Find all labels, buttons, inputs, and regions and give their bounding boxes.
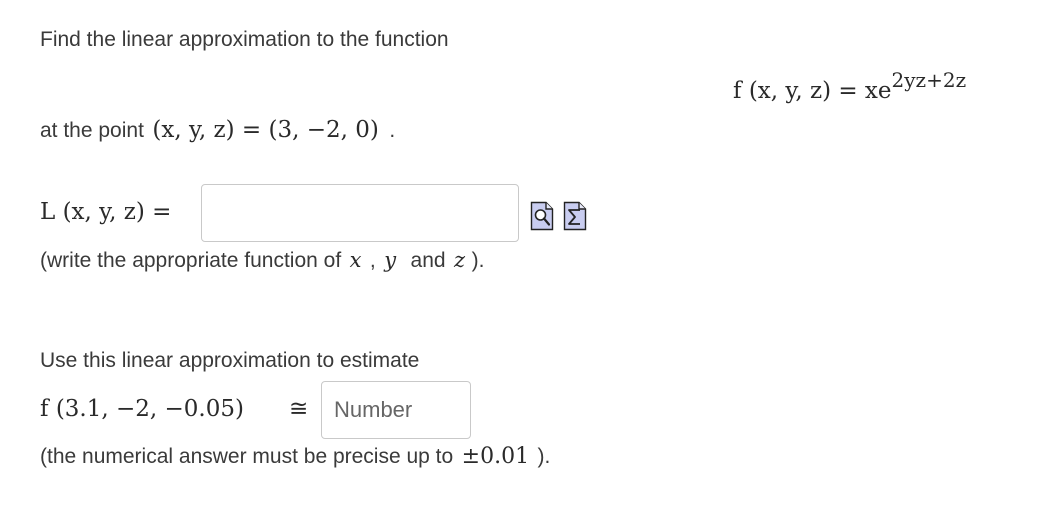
hint-sep-1: , bbox=[369, 249, 376, 272]
linear-approx-input-box bbox=[201, 184, 519, 242]
estimate-number-input[interactable] bbox=[322, 382, 470, 438]
function-formula-exponent: 2yz+2z bbox=[891, 68, 967, 92]
estimate-expression: f (3.1, −2, −0.05) bbox=[40, 396, 244, 422]
point-line: at the point (x, y, z) = (3, −2, 0) . bbox=[40, 117, 395, 143]
precision-suffix: ). bbox=[537, 445, 551, 468]
function-hint: (write the appropriate function of x , y… bbox=[40, 248, 484, 273]
equation-sigma-icon[interactable] bbox=[563, 201, 587, 231]
function-formula-lhs: f (x, y, z) = xe bbox=[733, 78, 892, 104]
hint-suffix: ). bbox=[471, 249, 485, 272]
approx-symbol: ≅ bbox=[289, 396, 309, 422]
estimate-input-box bbox=[321, 381, 471, 439]
function-formula: f (x, y, z) = xe2yz+2z bbox=[733, 68, 966, 104]
linear-approx-label: L (x, y, z) = bbox=[40, 199, 172, 225]
point-prefix: at the point bbox=[40, 119, 144, 142]
hint-var-y: y bbox=[384, 248, 397, 272]
point-suffix: . bbox=[389, 119, 396, 142]
hint-and: and bbox=[410, 249, 446, 272]
point-math: (x, y, z) = (3, −2, 0) bbox=[152, 117, 379, 143]
hint-var-z: z bbox=[454, 248, 466, 272]
precision-prefix: (the numerical answer must be precise up… bbox=[40, 445, 454, 468]
hint-var-x: x bbox=[349, 248, 362, 272]
hint-prefix: (write the appropriate function of bbox=[40, 249, 342, 272]
estimate-intro: Use this linear approximation to estimat… bbox=[40, 349, 420, 372]
precision-note: (the numerical answer must be precise up… bbox=[40, 444, 550, 469]
preview-magnifier-icon[interactable] bbox=[530, 201, 554, 231]
intro-text: Find the linear approximation to the fun… bbox=[40, 28, 449, 51]
linear-approx-input[interactable] bbox=[202, 185, 518, 241]
precision-value: ±0.01 bbox=[461, 444, 530, 469]
